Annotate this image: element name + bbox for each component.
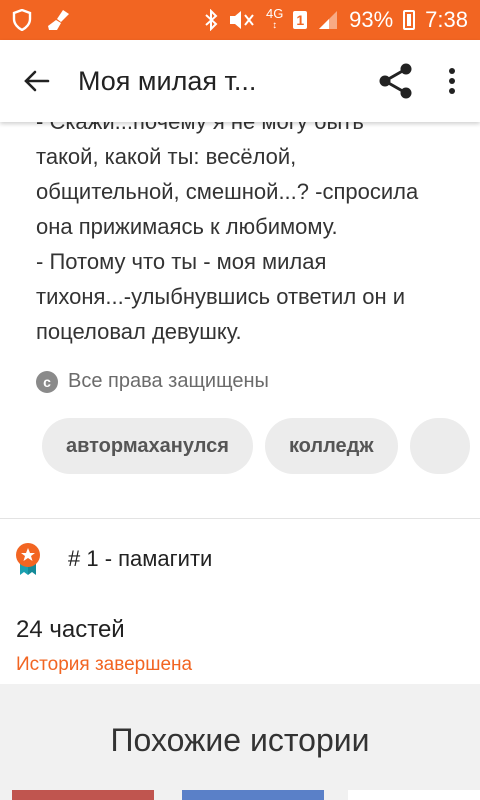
- signal-icon: [317, 9, 339, 31]
- similar-stories-title: Похожие истории: [110, 722, 370, 758]
- clock: 7:38: [425, 7, 468, 32]
- divider: [0, 518, 480, 519]
- share-icon: [379, 63, 412, 99]
- back-button[interactable]: [0, 40, 72, 122]
- copyright-text: Все права защищены: [68, 370, 269, 392]
- bluetooth-icon: [204, 9, 218, 31]
- mute-icon: [228, 9, 256, 31]
- similar-story-cover[interactable]: [12, 790, 154, 800]
- status-bar: 4G ↕ 1 93% 7:38: [0, 0, 480, 40]
- copyright-icon: c: [36, 370, 58, 393]
- copyright: c Все права защищены: [36, 370, 269, 393]
- similar-stories-section: Похожие истории: [0, 684, 480, 800]
- parts-count: 24 частей: [16, 616, 125, 643]
- network-type: 4G ↕: [265, 6, 284, 31]
- tag-chip[interactable]: [409, 418, 470, 474]
- back-arrow-icon: [24, 70, 50, 92]
- more-options-button[interactable]: [424, 40, 480, 122]
- tag-chip[interactable]: автормаханулся: [42, 418, 253, 474]
- share-button[interactable]: [368, 40, 424, 122]
- similar-story-cover[interactable]: [182, 790, 324, 800]
- story-title: Моя милая т...: [78, 65, 257, 96]
- cleaner-icon: [46, 8, 72, 32]
- rank-row[interactable]: # 1 - памагити: [14, 542, 212, 576]
- battery-icon: [403, 10, 416, 30]
- rank-ribbon-icon: [16, 543, 40, 575]
- similar-story-cover[interactable]: [348, 790, 480, 800]
- tag-list: автормаханулся колледж: [42, 418, 480, 474]
- story-text: - Скажи...почему я не могу быть такой, к…: [36, 104, 456, 349]
- story-paragraph: такой, какой ты: весёлой, общительной, с…: [36, 144, 419, 344]
- sim-badge: 1: [293, 11, 308, 29]
- toolbar: Моя милая т...: [0, 40, 480, 122]
- story-status: История завершена: [16, 654, 193, 675]
- more-vert-icon: [449, 68, 455, 94]
- shield-icon: [12, 9, 32, 31]
- battery-percent: 93%: [349, 7, 394, 32]
- tag-chip[interactable]: колледж: [264, 418, 398, 474]
- rank-label: # 1 - памагити: [68, 546, 213, 571]
- network-label: 4G: [265, 6, 284, 21]
